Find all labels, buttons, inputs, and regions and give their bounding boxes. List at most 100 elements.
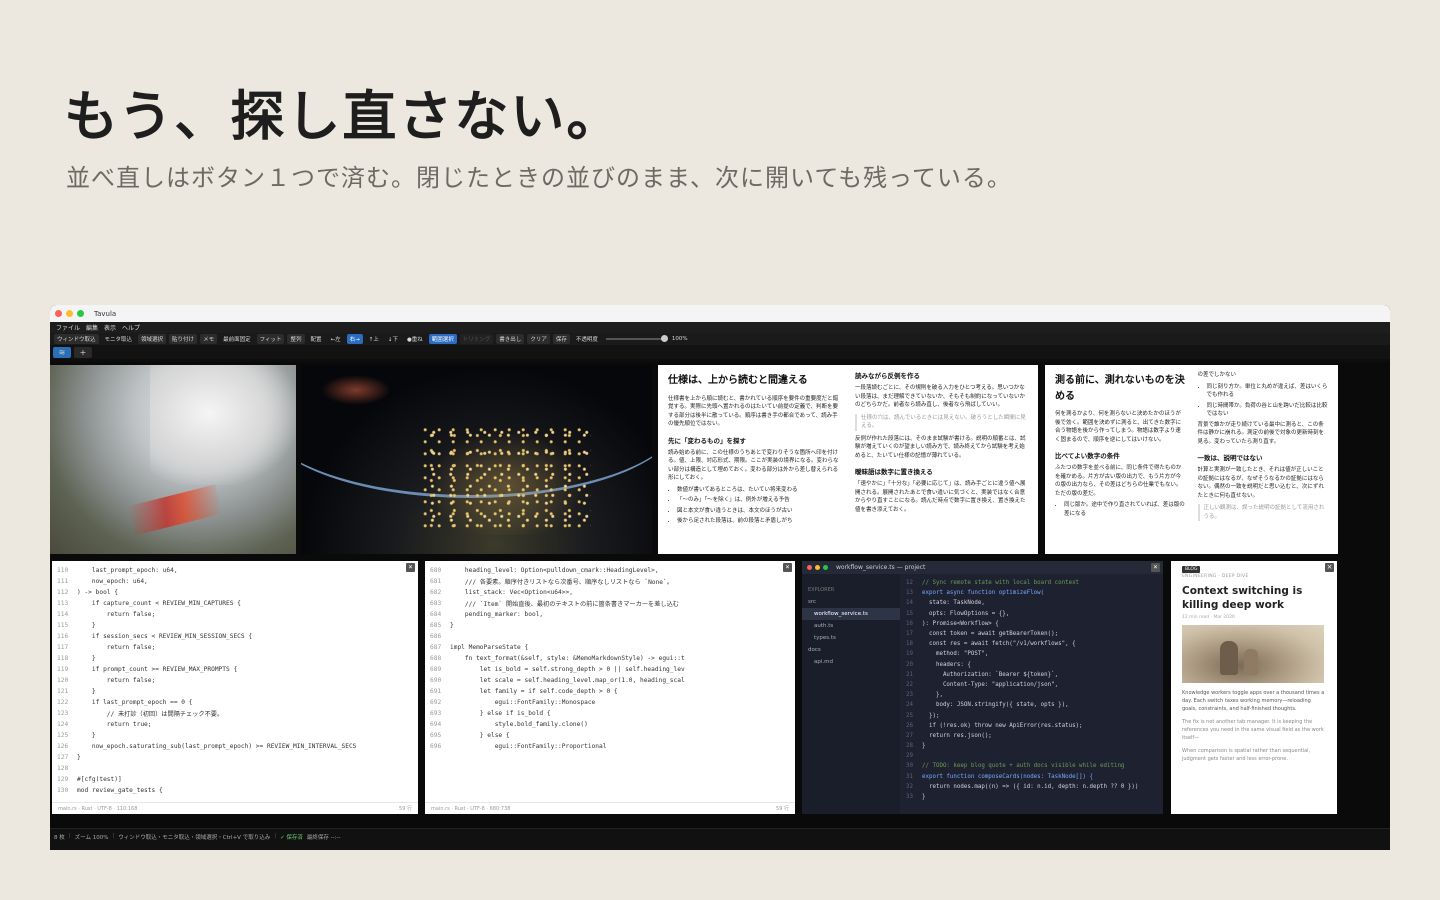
tab-strip: ≋ + (50, 345, 1390, 359)
code-line: 111 now_epoch: u64, (54, 576, 418, 587)
ide-window-capture[interactable]: workflow_service.ts — project × EXPLORER… (802, 561, 1163, 814)
measurement-memo[interactable]: 測る前に、測れないものを決める 何を測るかより、何を測らないと決めたかのほうが後… (1045, 365, 1338, 554)
window-title: Tavula (94, 309, 117, 318)
lava-flow (127, 484, 223, 536)
explorer-item[interactable]: docs (802, 644, 900, 656)
line-number: 115 (57, 622, 69, 629)
explorer-item[interactable]: src (802, 596, 900, 608)
blog-category: ENGINEERING · DEEP DIVE (1182, 574, 1249, 579)
opacity-slider-handle[interactable] (660, 335, 668, 342)
toolbar-button[interactable]: ↑上 (366, 334, 382, 344)
code-line: 684 pending_marker: bool, (427, 609, 795, 620)
code-line: 686 (427, 631, 795, 642)
volcano-photo-capture[interactable] (50, 365, 296, 554)
status-bar: 8 枚 | ズーム 100% | ウィンドウ取込・モニタ取込・領域選択・Ctrl… (50, 828, 1390, 850)
toolbar-button[interactable]: ●重ね (404, 334, 426, 344)
memo-bullet-list: 同じ版か。途中で作り直されていれば、差は版の差になる (1055, 501, 1186, 518)
line-number: 689 (430, 666, 442, 673)
minimize-window-button[interactable] (66, 310, 73, 317)
line-text: }, (922, 692, 943, 699)
ide-zoom-dot (823, 565, 828, 570)
memo-subheading: 比べてよい数字の条件 (1055, 452, 1120, 461)
code-lines: 680 heading_level: Option<pulldown_cmark… (425, 561, 795, 752)
rust-code-capture[interactable]: × 110 last_prompt_epoch: u64, 111 now_epo… (52, 561, 418, 814)
code-line: 31 export function composeCards(nodes: Ta… (906, 772, 1138, 782)
menu-item[interactable]: 編集 (86, 323, 98, 332)
toolbar-button[interactable]: ウィンドウ取込 (54, 334, 99, 344)
memo-paragraph: 背景で誰かが走り続けている最中に測ると、この条件は静かに崩れる。測定の前後で対象… (1197, 421, 1325, 445)
spec-reading-memo[interactable]: 仕様は、上から読むと間違える 仕様書を上から順に読むと、書かれている順序を要件の… (658, 365, 1038, 554)
memo-bullet: 数値が書いてあるところは、たいてい将来変わる (677, 486, 841, 495)
toolbar-button[interactable]: 不透明度 (573, 334, 601, 344)
toolbar-button[interactable]: メモ (200, 334, 218, 344)
line-number: 121 (57, 688, 69, 695)
explorer-item[interactable]: workflow_service.ts (802, 608, 900, 620)
code-line: 691 let family = if self.code_depth > 0 … (427, 686, 795, 697)
board-canvas[interactable]: 仕様は、上から読むと間違える 仕様書を上から順に読むと、書かれている順序を要件の… (50, 362, 1390, 828)
line-number: 23 (906, 692, 913, 699)
line-text: let is_bold = self.strong_depth > 0 || s… (450, 666, 685, 673)
line-text: } (922, 743, 926, 750)
toolbar-button[interactable]: 右→ (346, 334, 363, 344)
memo-note: 正しい観測は、誤った説明の証拠として流用されうる。 (1197, 504, 1329, 522)
line-text: } else { (450, 732, 510, 739)
line-text: } (450, 622, 454, 629)
code-line: 24 body: JSON.stringify({ state, opts })… (906, 700, 1138, 710)
toolbar-button[interactable]: フィット (256, 334, 285, 344)
toolbar-button[interactable]: クリア (527, 334, 550, 344)
toolbar-button[interactable]: モニタ取込 (102, 334, 136, 344)
code-line: 18 const res = await fetch("/v1/workflow… (906, 639, 1138, 649)
earth-night-photo-capture[interactable] (301, 365, 652, 554)
menu-item[interactable]: ヘルプ (122, 323, 140, 332)
toolbar-button[interactable]: 整列 (287, 334, 305, 344)
line-number: 130 (57, 787, 69, 794)
line-text: now_epoch.saturating_sub(last_prompt_epo… (77, 743, 357, 750)
toolbar-button[interactable]: 貼り付け (169, 334, 198, 344)
layers-tab[interactable]: ≋ (53, 346, 71, 358)
add-tab-button[interactable]: + (74, 346, 92, 358)
line-number: 124 (57, 721, 69, 728)
code-line: 115 } (54, 620, 418, 631)
line-number: 118 (57, 655, 69, 662)
toolbar-button[interactable]: トリミング (459, 334, 494, 344)
menu-item[interactable]: 表示 (104, 323, 116, 332)
toolbar-button[interactable]: 配置 (308, 334, 325, 344)
memo-paragraph: 反例が作れた段落には、そのまま試験が書ける。説明の順番とは、試験が増えていくのが… (855, 435, 1026, 459)
toolbar-button[interactable]: 範囲選択 (428, 334, 457, 344)
close-icon[interactable]: × (1325, 563, 1334, 572)
line-text: return false; (77, 677, 156, 684)
toolbar-button[interactable]: ↓下 (385, 334, 401, 344)
explorer-item[interactable]: types.ts (802, 632, 900, 644)
memo-paragraph: 何を測るかより、何を測らないと決めたかのほうが後で効く。範囲を決めずに測ると、出… (1055, 411, 1182, 443)
close-icon[interactable]: × (406, 563, 415, 572)
opacity-slider[interactable] (605, 335, 668, 342)
close-icon[interactable]: × (783, 563, 792, 572)
line-number: 119 (57, 666, 69, 673)
line-number: 13 (906, 590, 913, 597)
rust-code-capture-2[interactable]: × 680 heading_level: Option<pulldown_cma… (425, 561, 795, 814)
close-window-button[interactable] (55, 310, 62, 317)
code-line: 690 let scale = self.heading_level.map_o… (427, 675, 795, 686)
code-line: 30 // TODO: keep blog quote + auth docs v… (906, 761, 1138, 771)
explorer-item[interactable]: auth.ts (802, 620, 900, 632)
line-number: 123 (57, 710, 69, 717)
line-number: 114 (57, 611, 69, 618)
volcano-smoke (150, 365, 296, 485)
toolbar-button[interactable]: 最前面固定 (220, 334, 254, 344)
line-number: 681 (430, 578, 442, 585)
code-line: 16): Promise<Workflow> { (906, 619, 1138, 629)
close-icon[interactable]: × (1151, 563, 1160, 572)
code-line: 692 egui::FontFamily::Monospace (427, 697, 795, 708)
toolbar-button[interactable]: 書き出し (496, 334, 525, 344)
blog-article-capture[interactable]: × BLOG ENGINEERING · DEEP DIVE Context s… (1171, 561, 1337, 814)
code-line: 680 heading_level: Option<pulldown_cmark… (427, 565, 795, 576)
toolbar-button[interactable]: ←左 (328, 334, 344, 344)
toolbar-button[interactable]: 領域選択 (138, 334, 167, 344)
line-text: Authorization: `Bearer ${token}`, (922, 671, 1059, 678)
explorer-item[interactable]: api.md (802, 656, 900, 668)
toolbar-button[interactable]: 保存 (552, 334, 570, 344)
line-number: 116 (57, 633, 69, 640)
menu-item[interactable]: ファイル (56, 323, 80, 332)
zoom-window-button[interactable] (77, 310, 84, 317)
code-line: 683 /// `Item` 開始直後、最初のテキストの前に箇条書きマーカーを差… (427, 598, 795, 609)
